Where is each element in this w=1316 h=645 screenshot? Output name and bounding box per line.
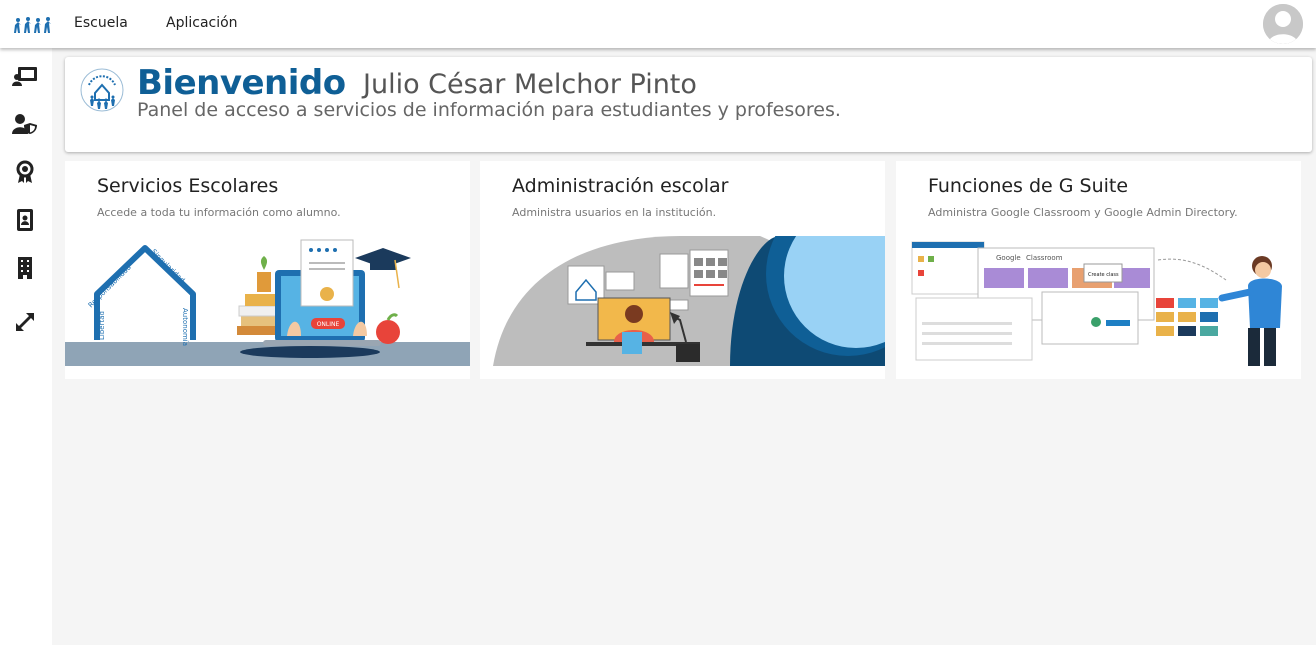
user-name: Julio César Melchor Pinto bbox=[363, 69, 697, 100]
card-description: Administra usuarios en la institución. bbox=[512, 206, 717, 219]
arch-word-autonomia: Autonomía bbox=[181, 308, 189, 346]
card-administracion-escolar[interactable]: Administración escolar Administra usuari… bbox=[480, 161, 885, 379]
card-title: Funciones de G Suite bbox=[928, 175, 1129, 197]
top-bar: Escuela Aplicación bbox=[0, 0, 1316, 48]
nav-aplicacion[interactable]: Aplicación bbox=[166, 15, 238, 31]
welcome-subtitle: Panel de acceso a servicios de informaci… bbox=[137, 99, 841, 121]
building-icon[interactable] bbox=[11, 256, 39, 280]
card-description: Administra Google Classroom y Google Adm… bbox=[928, 206, 1238, 219]
card-servicios-escolares[interactable]: Servicios Escolares Accede a toda tu inf… bbox=[65, 161, 470, 379]
welcome-card: Bienvenido Julio César Melchor Pinto Pan… bbox=[65, 57, 1312, 152]
award-icon[interactable] bbox=[11, 160, 39, 184]
gsuite-illustration: Google Classroom Create class bbox=[911, 241, 1282, 366]
id-card-icon[interactable] bbox=[11, 208, 39, 232]
arch-word-libertad: Libertad bbox=[98, 311, 106, 340]
user-shield-icon[interactable] bbox=[11, 112, 39, 136]
presentation-icon[interactable] bbox=[11, 64, 39, 88]
online-badge-label: ONLINE bbox=[317, 321, 340, 328]
create-class-label: Create class bbox=[1088, 272, 1119, 278]
card-funciones-gsuite[interactable]: Funciones de G Suite Administra Google C… bbox=[896, 161, 1301, 379]
user-avatar-icon bbox=[1263, 4, 1303, 44]
arch-word-singularidad: Singularidad bbox=[150, 248, 187, 285]
expand-icon[interactable] bbox=[11, 310, 39, 334]
card-title: Servicios Escolares bbox=[97, 175, 279, 197]
school-services-illustration: Libertad Responsabilidad Singularidad Au… bbox=[65, 239, 470, 366]
card-description: Accede a toda tu información como alumno… bbox=[97, 206, 341, 219]
school-logo[interactable] bbox=[12, 11, 54, 39]
admin-illustration bbox=[493, 236, 885, 366]
classroom-label: Classroom bbox=[1026, 254, 1063, 262]
google-label: Google bbox=[996, 254, 1021, 262]
arch-word-responsabilidad: Responsabilidad bbox=[87, 263, 133, 309]
avatar[interactable] bbox=[1263, 4, 1303, 44]
welcome-heading: Bienvenido bbox=[137, 63, 346, 103]
card-title: Administración escolar bbox=[512, 175, 729, 197]
sidebar bbox=[0, 48, 52, 645]
school-seal-icon bbox=[80, 68, 124, 112]
nav-escuela[interactable]: Escuela bbox=[74, 15, 128, 31]
